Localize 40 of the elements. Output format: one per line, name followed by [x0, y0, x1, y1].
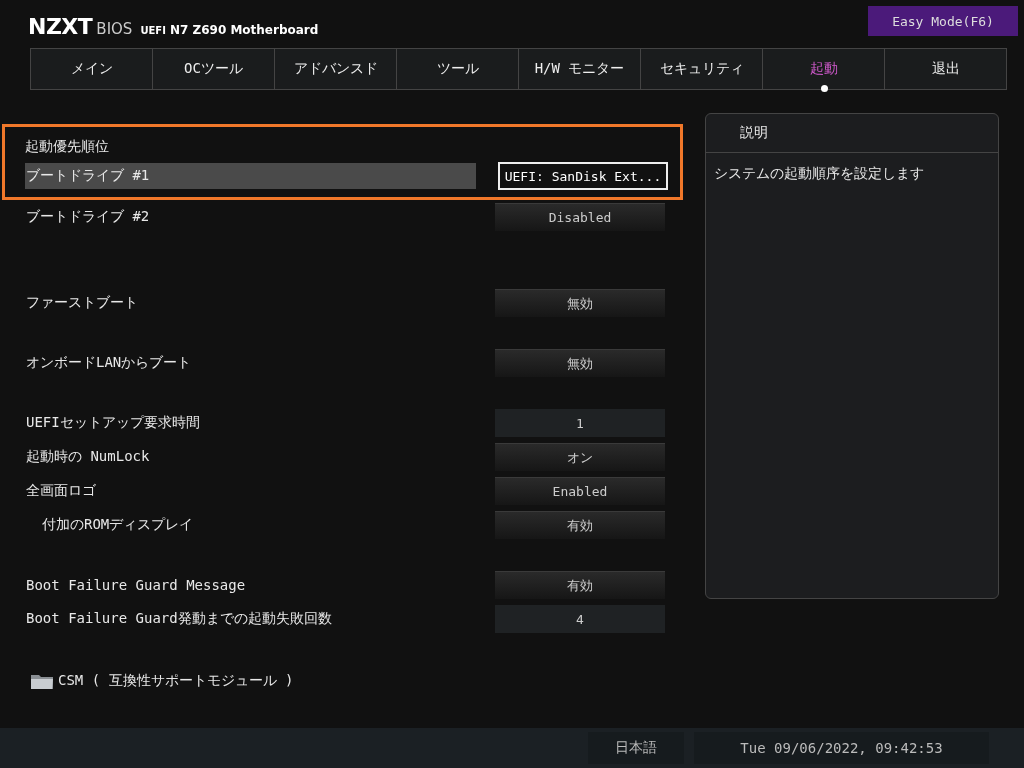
section-heading: 起動優先順位 [25, 137, 110, 156]
help-text: システムの起動順序を設定します [713, 164, 925, 183]
language-selector[interactable]: 日本語 [588, 732, 684, 764]
setting-dropdown[interactable]: 有効 [495, 511, 665, 539]
help-title: 説明 [706, 114, 998, 153]
firmware-label: UEFI [140, 25, 166, 36]
setting-label[interactable]: 全画面ロゴ [25, 478, 476, 504]
setting-dropdown[interactable]: Enabled [495, 477, 665, 505]
setting-label[interactable]: UEFIセットアップ要求時間 [25, 410, 476, 436]
menu-tab[interactable]: ツール [397, 49, 519, 89]
menu-tab[interactable]: H/W モニター [519, 49, 641, 89]
setting-dropdown[interactable]: オン [495, 443, 665, 471]
setting-dropdown[interactable]: 有効 [495, 571, 665, 599]
board-name: N7 Z690 Motherboard [169, 23, 319, 37]
menu-tab[interactable]: セキュリティ [641, 49, 763, 89]
menu-tab[interactable]: OCツール [153, 49, 275, 89]
setting-label[interactable]: 起動時の NumLock [25, 444, 476, 470]
setting-label[interactable]: ファーストブート [25, 290, 476, 316]
setting-dropdown[interactable]: UEFI: SanDisk Ext... [498, 162, 668, 190]
brand-logo: NZXT [28, 14, 93, 39]
menu-tab[interactable]: 起動 [763, 49, 885, 89]
product-name: BIOS [96, 20, 133, 38]
setting-number-field[interactable]: 4 [495, 605, 665, 633]
setting-label[interactable]: ブートドライブ #1 [25, 163, 476, 189]
setting-label[interactable]: ブートドライブ #2 [25, 204, 476, 230]
setting-number-field[interactable]: 1 [495, 409, 665, 437]
easy-mode-button[interactable]: Easy Mode(F6) [868, 6, 1018, 36]
setting-label[interactable]: Boot Failure Guard Message [25, 572, 476, 598]
folder-icon [30, 672, 54, 690]
menu-tab[interactable]: メイン [31, 49, 153, 89]
setting-label[interactable]: オンボードLANからブート [25, 350, 476, 376]
menu-tab[interactable]: アドバンスド [275, 49, 397, 89]
setting-label[interactable]: Boot Failure Guard発動までの起動失敗回数 [25, 606, 476, 632]
submenu-link[interactable]: CSM ( 互換性サポートモジュール ) [58, 672, 294, 690]
setting-label[interactable]: 付加のROMディスプレイ [25, 512, 476, 538]
date-time: Tue 09/06/2022, 09:42:53 [694, 732, 989, 764]
setting-dropdown[interactable]: 無効 [495, 349, 665, 377]
menu-tab[interactable]: 退出 [885, 49, 1006, 89]
setting-dropdown[interactable]: Disabled [495, 203, 665, 231]
setting-dropdown[interactable]: 無効 [495, 289, 665, 317]
